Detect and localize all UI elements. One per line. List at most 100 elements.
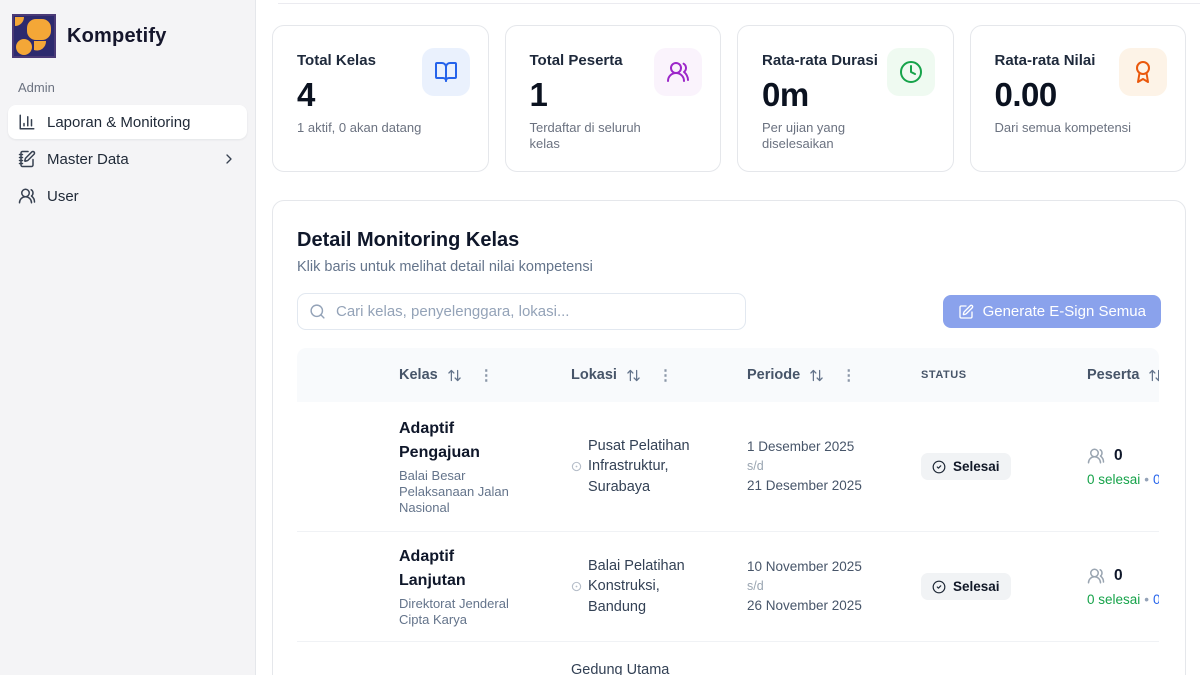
periode-start: 1 Desember 2025 — [747, 437, 909, 457]
users-icon — [1087, 567, 1105, 585]
column-menu-icon[interactable]: ⋮ — [658, 366, 673, 384]
map-pin-icon — [571, 581, 581, 592]
sidebar-item-master-data[interactable]: Master Data — [8, 142, 247, 176]
column-label: STATUS — [921, 369, 967, 381]
search-wrap — [297, 293, 746, 330]
stat-card-total-kelas: Total Kelas 4 1 aktif, 0 akan datang — [272, 25, 489, 172]
sidebar-item-laporan-monitoring[interactable]: Laporan & Monitoring — [8, 105, 247, 139]
detail-monitoring-card: Detail Monitoring Kelas Klik baris untuk… — [272, 200, 1186, 675]
sort-icon[interactable] — [447, 368, 462, 383]
check-circle-icon — [932, 580, 946, 594]
status-label: Selesai — [953, 459, 1000, 474]
peserta-breakdown: 0 selesai•0 pr — [1087, 592, 1159, 607]
peserta-cell: 0 0 selesai • 0 pr — [1075, 447, 1159, 487]
column-header-status: STATUS — [909, 369, 1075, 381]
column-label: Periode — [747, 367, 800, 383]
dot-separator: • — [1144, 472, 1149, 487]
top-divider — [278, 3, 1200, 4]
kelas-cell — [387, 642, 559, 660]
column-menu-icon[interactable]: ⋮ — [841, 366, 856, 384]
peserta-selesai: 0 selesai — [1087, 472, 1140, 487]
periode-cell: 1 Desember 2025 s/d 21 Desember 2025 — [735, 437, 909, 496]
check-circle-icon — [932, 460, 946, 474]
generate-esign-label: Generate E-Sign Semua — [983, 303, 1146, 320]
kelas-cell: Adaptif Lanjutan Direktorat Jenderal Cip… — [387, 545, 559, 629]
table-controls: Generate E-Sign Semua — [297, 293, 1161, 330]
brand-name: Kompetify — [67, 25, 167, 48]
stat-subtitle: 1 aktif, 0 akan datang — [297, 120, 437, 136]
sidebar-item-label: Laporan & Monitoring — [47, 114, 190, 131]
table-row[interactable]: Adaptif Pengajuan Balai Besar Pelaksanaa… — [297, 402, 1159, 532]
column-menu-icon[interactable]: ⋮ — [479, 366, 494, 384]
column-header-lokasi[interactable]: Lokasi ⋮ — [559, 366, 735, 384]
generate-esign-button[interactable]: Generate E-Sign Semua — [943, 295, 1161, 328]
stats-grid: Total Kelas 4 1 aktif, 0 akan datang Tot… — [272, 25, 1186, 172]
sidebar-item-label: Master Data — [47, 151, 129, 168]
kompetify-logo-icon — [12, 14, 56, 58]
status-badge: Selesai — [921, 573, 1011, 600]
table-header-row: Kelas ⋮ Lokasi ⋮ Periode — [297, 348, 1159, 402]
table-row[interactable]: Gedung Utama — [297, 642, 1159, 675]
status-cell — [909, 642, 1075, 660]
page-subtitle: Klik baris untuk melihat detail nilai ko… — [297, 259, 1161, 275]
map-pin-icon — [571, 461, 581, 472]
book-open-icon — [422, 48, 470, 96]
column-header-periode[interactable]: Periode ⋮ — [735, 366, 909, 384]
users-icon — [654, 48, 702, 96]
users-icon — [1087, 447, 1105, 465]
periode-separator: s/d — [747, 457, 909, 475]
stat-subtitle: Dari semua kompetensi — [995, 120, 1135, 136]
square-pen-icon — [958, 304, 974, 320]
row-expander-cell — [297, 642, 387, 660]
main-content: Total Kelas 4 1 aktif, 0 akan datang Tot… — [256, 0, 1200, 675]
peserta-progress: 0 pr — [1153, 592, 1159, 607]
periode-separator: s/d — [747, 577, 909, 595]
stat-card-rata-nilai: Rata-rata Nilai 0.00 Dari semua kompeten… — [970, 25, 1187, 172]
kelas-title: Adaptif Pengajuan — [399, 417, 517, 465]
stat-subtitle: Terdaftar di seluruh kelas — [530, 120, 670, 153]
status-badge: Selesai — [921, 453, 1011, 480]
kelas-title: Adaptif Lanjutan — [399, 545, 517, 593]
column-label: Kelas — [399, 367, 438, 383]
chevron-right-icon — [221, 151, 237, 167]
stat-card-rata-durasi: Rata-rata Durasi 0m Per ujian yang disel… — [737, 25, 954, 172]
lokasi-text: Balai Pelatihan Konstruksi, Bandung — [588, 556, 709, 618]
kelas-penyelenggara: Direktorat Jenderal Cipta Karya — [399, 596, 517, 629]
sort-icon[interactable] — [626, 368, 641, 383]
peserta-count: 0 — [1114, 447, 1123, 465]
periode-start: 10 November 2025 — [747, 557, 909, 577]
sidebar-item-label: User — [47, 188, 79, 205]
column-header-kelas[interactable]: Kelas ⋮ — [387, 366, 559, 384]
column-label: Peserta — [1087, 367, 1139, 383]
periode-cell: 10 November 2025 s/d 26 November 2025 — [735, 557, 909, 616]
bar-chart-icon — [18, 113, 36, 131]
search-input[interactable] — [297, 293, 746, 330]
search-icon — [309, 303, 326, 320]
brand-row: Kompetify — [8, 14, 247, 58]
sort-icon[interactable] — [1148, 368, 1159, 383]
monitoring-table: Kelas ⋮ Lokasi ⋮ Periode — [297, 348, 1159, 675]
lokasi-text: Pusat Pelatihan Infrastruktur, Surabaya — [588, 436, 709, 498]
lokasi-cell: Balai Pelatihan Konstruksi, Bandung — [559, 556, 735, 618]
peserta-cell — [1075, 642, 1159, 660]
lokasi-cell: Pusat Pelatihan Infrastruktur, Surabaya — [559, 436, 735, 498]
sort-icon[interactable] — [809, 368, 824, 383]
sidebar-item-user[interactable]: User — [8, 179, 247, 213]
column-label: Lokasi — [571, 367, 617, 383]
status-cell: Selesai — [909, 453, 1075, 480]
status-cell: Selesai — [909, 573, 1075, 600]
periode-cell — [735, 642, 909, 660]
column-header-peserta[interactable]: Peserta — [1075, 367, 1159, 383]
peserta-breakdown: 0 selesai • 0 pr — [1087, 472, 1159, 487]
peserta-count: 0 — [1114, 567, 1123, 585]
stat-subtitle: Per ujian yang diselesaikan — [762, 120, 902, 153]
lokasi-cell: Gedung Utama — [559, 642, 735, 675]
table-row[interactable]: Adaptif Lanjutan Direktorat Jenderal Cip… — [297, 532, 1159, 642]
peserta-cell: 0 0 selesai•0 pr — [1075, 567, 1159, 607]
lokasi-text: Gedung Utama — [571, 660, 669, 675]
award-icon — [1119, 48, 1167, 96]
sidebar: Kompetify Admin Laporan & Monitoring Mas… — [0, 0, 256, 675]
sidebar-section-label: Admin — [8, 80, 247, 95]
peserta-progress: 0 pr — [1153, 472, 1159, 487]
users-icon — [18, 187, 36, 205]
